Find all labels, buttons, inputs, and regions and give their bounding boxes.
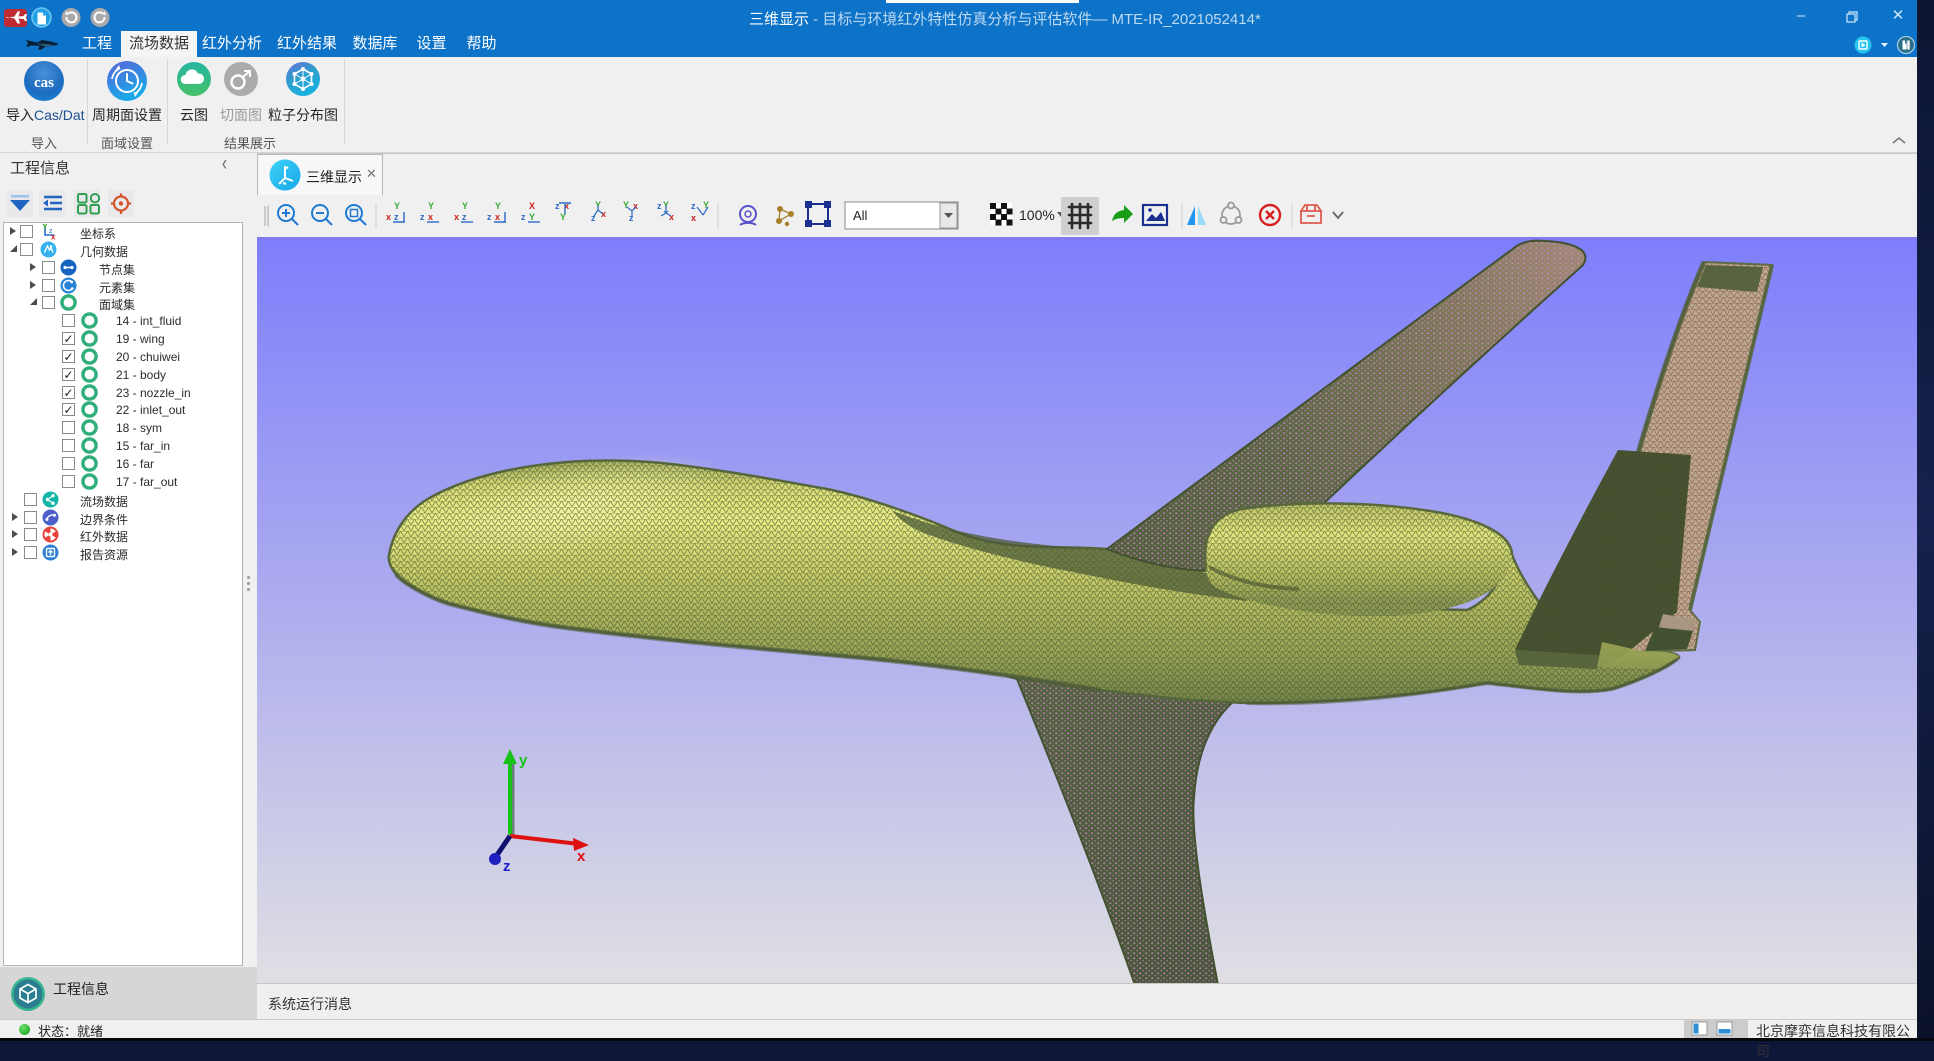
svg-text:y: y [519,752,528,769]
svg-text:z: z [503,858,511,875]
svg-text:All: All [853,208,868,223]
svg-text:x: x [386,212,391,222]
svg-text:z: z [691,201,696,211]
svg-text:x: x [454,212,459,222]
svg-text:z: z [487,212,492,222]
svg-text:z: z [420,212,425,222]
svg-text:Y: Y [703,200,709,210]
svg-text:Y: Y [495,201,501,211]
svg-text:x: x [669,212,674,222]
svg-text:Y: Y [428,201,434,211]
svg-text:x: x [428,212,433,222]
svg-text:x: x [51,233,56,241]
svg-text:Y: Y [529,212,535,222]
svg-text:cas: cas [34,75,54,91]
svg-text:Y: Y [462,201,468,211]
svg-text:z: z [394,212,399,222]
svg-text:100%: 100% [1019,207,1055,223]
svg-text:z: z [462,212,467,222]
svg-text:x: x [577,848,586,865]
svg-text:z: z [521,212,526,222]
svg-text:x: x [601,209,606,219]
svg-text:Y: Y [394,201,400,211]
svg-text:z: z [657,201,662,211]
svg-text:x: x [691,213,696,223]
svg-text:x: x [495,212,500,222]
svg-text:X: X [529,201,535,211]
